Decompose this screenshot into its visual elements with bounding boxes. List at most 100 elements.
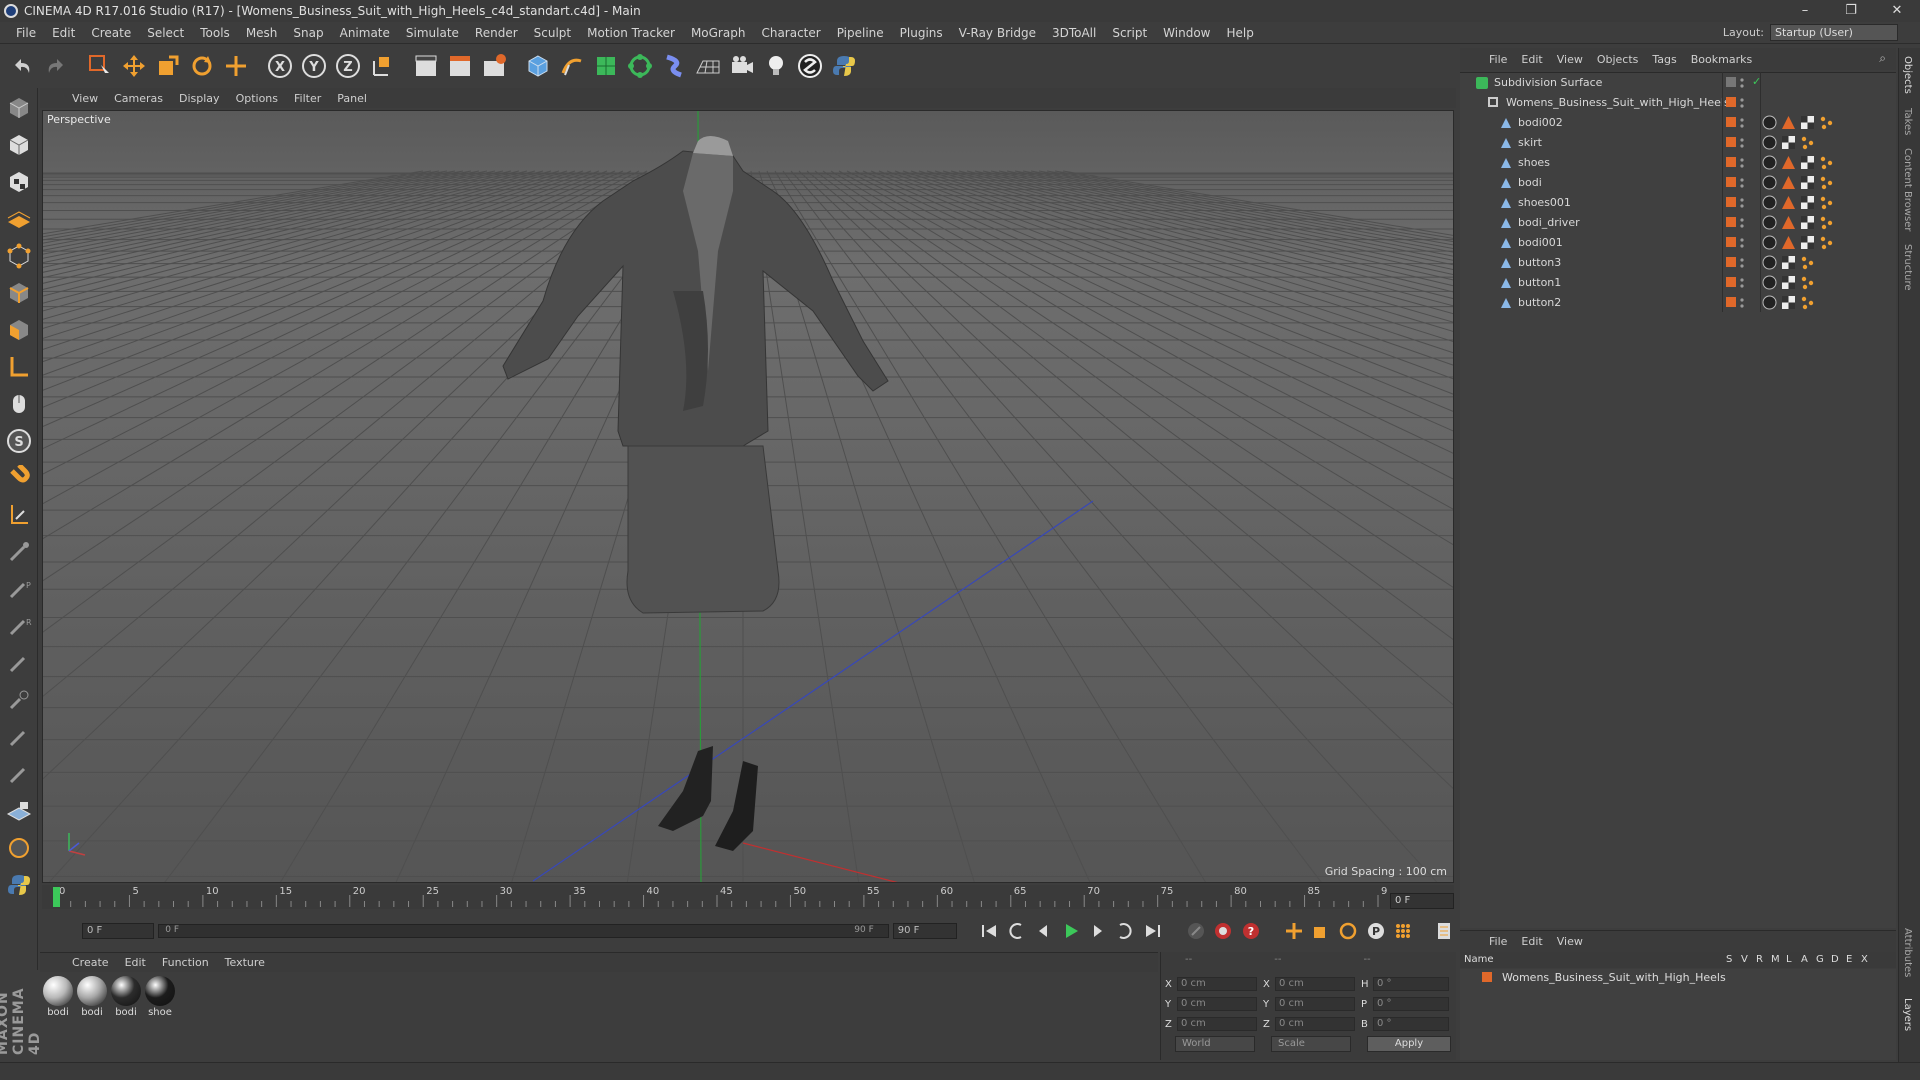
- object-row[interactable]: shoes001: [1460, 193, 1896, 213]
- layer-color-swatch[interactable]: [1726, 137, 1736, 147]
- key-position-button[interactable]: [1282, 919, 1305, 943]
- selection-tag-icon[interactable]: [1800, 255, 1815, 270]
- material-swatch[interactable]: bodi: [76, 976, 108, 1018]
- coordinate-mode-dropdown[interactable]: World: [1175, 1036, 1255, 1052]
- menu-motion-tracker[interactable]: Motion Tracker: [579, 26, 683, 40]
- key-scale-button[interactable]: [1309, 919, 1332, 943]
- layer-color-swatch[interactable]: [1726, 117, 1736, 127]
- side-tab-structure[interactable]: Structure: [1902, 244, 1913, 291]
- previous-key-button[interactable]: [1004, 919, 1027, 943]
- layer-menu-file[interactable]: File: [1482, 935, 1514, 948]
- edges-mode-button[interactable]: [2, 276, 36, 310]
- material-menu-edit[interactable]: Edit: [117, 956, 154, 969]
- object-menu-bookmarks[interactable]: Bookmarks: [1684, 53, 1759, 66]
- layer-menu-edit[interactable]: Edit: [1514, 935, 1549, 948]
- size-z-field[interactable]: 0 cm: [1275, 1017, 1355, 1031]
- material-menu-function[interactable]: Function: [154, 956, 217, 969]
- material-tag-icon[interactable]: [1762, 295, 1777, 310]
- brush-tool-2-button[interactable]: P: [2, 572, 36, 606]
- visibility-dots-icon[interactable]: [1740, 176, 1744, 190]
- layer-flag-column[interactable]: S: [1726, 954, 1732, 965]
- layer-color-swatch[interactable]: [1726, 217, 1736, 227]
- phong-tag-icon[interactable]: [1781, 155, 1796, 170]
- make-editable-button[interactable]: [2, 91, 36, 125]
- record-keys-button[interactable]: [1184, 919, 1207, 943]
- grid-lock-button[interactable]: [2, 794, 36, 828]
- material-tag-icon[interactable]: [1762, 155, 1777, 170]
- add-light-button[interactable]: [760, 50, 792, 82]
- render-view-button[interactable]: [410, 50, 442, 82]
- selection-tag-icon[interactable]: [1819, 215, 1834, 230]
- object-row[interactable]: skirt: [1460, 133, 1896, 153]
- object-menu-file[interactable]: File: [1482, 53, 1514, 66]
- viewport-menu-display[interactable]: Display: [171, 92, 228, 105]
- next-frame-button[interactable]: [1086, 919, 1109, 943]
- object-row[interactable]: Womens_Business_Suit_with_High_Heels: [1460, 93, 1896, 113]
- object-menu-objects[interactable]: Objects: [1590, 53, 1646, 66]
- render-picture-viewer-button[interactable]: [444, 50, 476, 82]
- visibility-dots-icon[interactable]: [1740, 236, 1744, 250]
- visibility-dots-icon[interactable]: [1740, 296, 1744, 310]
- brush-tool-6-button[interactable]: [2, 720, 36, 754]
- phong-tag-icon[interactable]: [1781, 215, 1796, 230]
- layer-flag-column[interactable]: G: [1816, 954, 1824, 965]
- z-axis-lock-button[interactable]: Z: [332, 50, 364, 82]
- layer-flag-column[interactable]: M: [1771, 954, 1780, 965]
- material-swatch[interactable]: bodi: [42, 976, 74, 1018]
- material-tag-icon[interactable]: [1762, 195, 1777, 210]
- selection-tag-icon[interactable]: [1819, 175, 1834, 190]
- live-selection-button[interactable]: [84, 50, 116, 82]
- object-row[interactable]: Subdivision Surface ✓: [1460, 73, 1896, 93]
- uvw-tag-icon[interactable]: [1781, 275, 1796, 290]
- object-row[interactable]: bodi_driver: [1460, 213, 1896, 233]
- menu-animate[interactable]: Animate: [332, 26, 398, 40]
- go-to-start-button[interactable]: [977, 919, 1000, 943]
- menu-help[interactable]: Help: [1218, 26, 1261, 40]
- layer-color-swatch[interactable]: [1726, 97, 1736, 107]
- layer-color-swatch[interactable]: [1726, 77, 1736, 87]
- material-swatch[interactable]: shoe: [144, 976, 176, 1018]
- python-scripts-button[interactable]: [2, 868, 36, 902]
- autokey-button[interactable]: ?: [1239, 919, 1262, 943]
- layer-row[interactable]: Womens_Business_Suit_with_High_Heels: [1460, 969, 1896, 987]
- rotation-p-field[interactable]: 0 °: [1373, 997, 1449, 1011]
- side-tab-takes[interactable]: Takes: [1902, 108, 1913, 135]
- layer-color-swatch[interactable]: [1726, 157, 1736, 167]
- uvw-tag-icon[interactable]: [1781, 295, 1796, 310]
- visibility-dots-icon[interactable]: [1740, 96, 1744, 110]
- object-row[interactable]: bodi001: [1460, 233, 1896, 253]
- visibility-dots-icon[interactable]: [1740, 136, 1744, 150]
- visibility-dots-icon[interactable]: [1740, 156, 1744, 170]
- selection-tag-icon[interactable]: [1800, 295, 1815, 310]
- key-rotation-button[interactable]: [1337, 919, 1360, 943]
- add-floor-button[interactable]: [692, 50, 724, 82]
- go-to-end-button[interactable]: [1141, 919, 1164, 943]
- menu-snap[interactable]: Snap: [285, 26, 331, 40]
- snapping-button[interactable]: S: [2, 424, 36, 458]
- material-tag-icon[interactable]: [1762, 175, 1777, 190]
- layer-color-swatch[interactable]: [1726, 257, 1736, 267]
- viewport-menu-cameras[interactable]: Cameras: [106, 92, 171, 105]
- object-menu-edit[interactable]: Edit: [1514, 53, 1549, 66]
- material-tag-icon[interactable]: [1762, 115, 1777, 130]
- magnet-button[interactable]: [2, 461, 36, 495]
- side-tab-objects[interactable]: Objects: [1902, 56, 1913, 94]
- object-row[interactable]: shoes: [1460, 153, 1896, 173]
- undo-button[interactable]: [6, 50, 38, 82]
- side-tab-attributes[interactable]: Attributes: [1902, 928, 1913, 977]
- add-camera-button[interactable]: [726, 50, 758, 82]
- viewport-menu-view[interactable]: View: [64, 92, 106, 105]
- workplane-mode-button[interactable]: [2, 202, 36, 236]
- x-axis-lock-button[interactable]: X: [264, 50, 296, 82]
- tweak-mode-button[interactable]: [2, 387, 36, 421]
- material-menu-create[interactable]: Create: [64, 956, 117, 969]
- menu-file[interactable]: File: [8, 26, 44, 40]
- layer-color-swatch[interactable]: [1726, 277, 1736, 287]
- uvw-tag-icon[interactable]: [1800, 235, 1815, 250]
- object-row[interactable]: button3: [1460, 253, 1896, 273]
- layer-name-column[interactable]: Name: [1464, 954, 1494, 965]
- layer-color-swatch[interactable]: [1482, 972, 1492, 982]
- menu-3dtoall[interactable]: 3DToAll: [1044, 26, 1104, 40]
- frame-range-slider[interactable]: 0 F 90 F: [158, 924, 889, 938]
- selection-tag-icon[interactable]: [1819, 235, 1834, 250]
